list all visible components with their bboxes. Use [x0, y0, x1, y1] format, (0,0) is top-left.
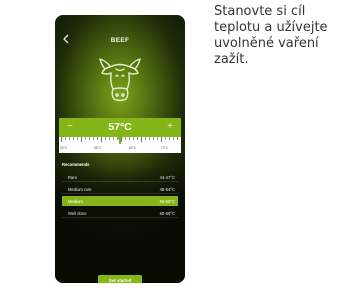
ruler-tick: [137, 137, 138, 140]
ruler-tick: [105, 137, 106, 140]
ruler-tick: [65, 137, 66, 140]
temperature-ruler-slider[interactable]: 50°C 55°C 60°C 70°C: [59, 137, 181, 153]
ruler-tick: [145, 137, 146, 140]
description-text: Stanovte si cíl teplotu a užívejte uvoln…: [214, 4, 349, 68]
scale-label: 55°C: [94, 146, 102, 150]
ruler-tick: [133, 137, 134, 140]
ruler-tick: [157, 137, 158, 140]
ruler-tick: [141, 137, 142, 142]
description-line: Stanovte si cíl: [214, 4, 306, 19]
doneness-row-well-done[interactable]: Well done 60-60°C: [62, 208, 178, 218]
doneness-range: 60-60°C: [159, 210, 175, 216]
ruler-tick: [177, 137, 178, 140]
ruler-tick: [97, 137, 98, 140]
row-divider: [62, 181, 178, 182]
description-line: teplotu a užívejte: [214, 20, 328, 35]
scale-label: 70°C: [161, 146, 169, 150]
ruler-tick: [169, 137, 170, 140]
background-shade: [55, 165, 185, 283]
ruler-tick: [109, 137, 110, 140]
description-line: uvolněné vaření: [214, 36, 319, 51]
doneness-row-rare[interactable]: Rare 44-47°C: [62, 172, 178, 182]
doneness-range: 48-54°C: [159, 186, 175, 192]
row-divider: [62, 217, 178, 218]
description-line: zažít.: [214, 52, 249, 67]
doneness-row-medium[interactable]: Medium 55-59°C: [62, 196, 178, 206]
doneness-range: 44-47°C: [159, 174, 175, 180]
ruler-tick: [73, 137, 74, 140]
ruler-tick: [69, 137, 70, 140]
ruler-tick: [85, 137, 86, 140]
get-started-button[interactable]: Get started: [98, 275, 142, 283]
recommends-title: Recommends: [62, 162, 90, 167]
ruler-tick: [113, 137, 114, 140]
scale-label: 50°C: [60, 146, 68, 150]
doneness-range: 55-59°C: [159, 198, 175, 204]
ruler-tick: [89, 137, 90, 140]
ruler-tick: [165, 137, 166, 140]
ruler-tick: [149, 137, 150, 140]
ruler-tick: [117, 137, 118, 140]
scale-label: 60°C: [129, 146, 137, 150]
ruler-tick: [93, 137, 94, 140]
ruler-tick: [173, 137, 174, 140]
ruler-tick: [125, 137, 126, 140]
doneness-name: Medium rare: [68, 186, 92, 192]
ruler-tick: [121, 137, 122, 142]
doneness-name: Well done: [68, 210, 87, 216]
temperature-header: − 57°C +: [59, 118, 181, 137]
screen-title: BEEF: [110, 37, 130, 44]
doneness-row-medium-rare[interactable]: Medium rare 48-54°C: [62, 184, 178, 194]
ruler-tick: [129, 137, 130, 140]
ruler-tick: [161, 137, 162, 142]
ruler-tick: [153, 137, 154, 140]
increase-temperature-button[interactable]: +: [167, 121, 173, 133]
ruler-tick: [77, 137, 78, 140]
ruler-tick: [81, 137, 82, 142]
cow-head-icon: [98, 55, 142, 103]
phone-screen: BEEF − 57°C + 50°C 55°C 60°C 70°C Recomm…: [55, 15, 185, 283]
ruler-tick: [101, 137, 102, 142]
doneness-name: Rare: [68, 174, 78, 180]
ruler-tick: [61, 137, 62, 142]
row-divider: [62, 193, 178, 194]
temperature-value: 57°C: [108, 121, 132, 133]
doneness-name: Medium: [68, 198, 83, 204]
